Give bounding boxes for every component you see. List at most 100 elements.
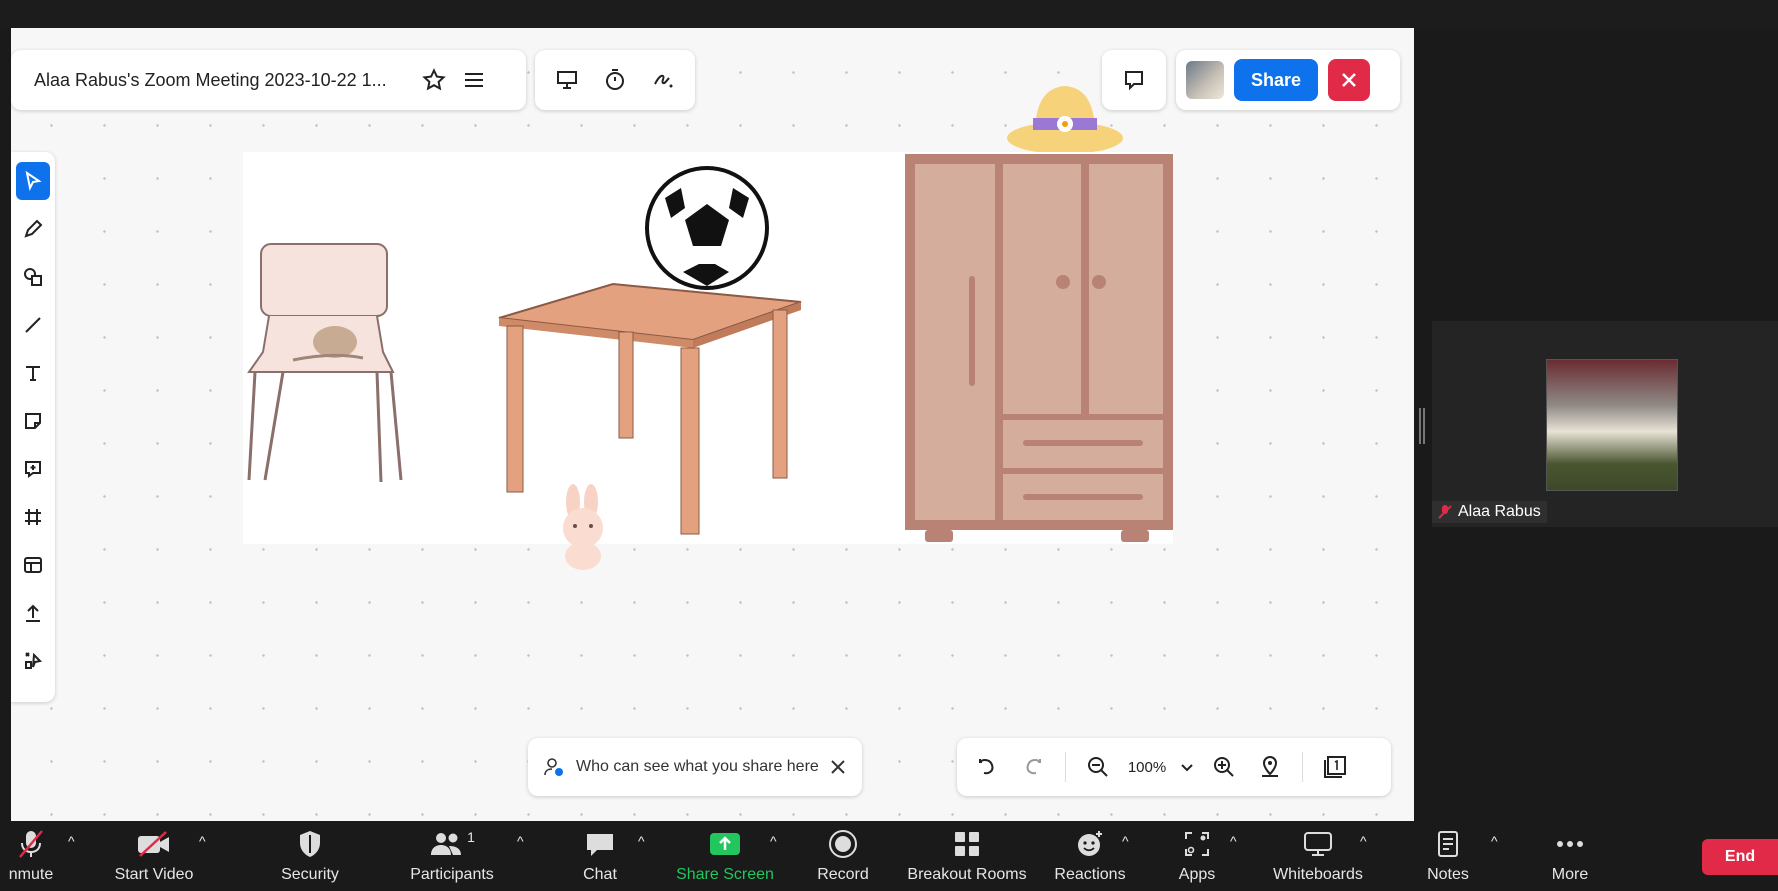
share-visibility-notice: Who can see what you share here	[528, 738, 862, 796]
chevron-up-icon[interactable]: ^	[199, 833, 206, 849]
chevron-up-icon[interactable]: ^	[1360, 833, 1367, 849]
pages-icon[interactable]	[1315, 747, 1355, 787]
menu-icon[interactable]	[454, 60, 494, 100]
zoom-level[interactable]: 100%	[1124, 759, 1170, 776]
video-off-icon	[136, 828, 172, 860]
panel-resize-handle[interactable]	[1419, 408, 1425, 444]
table-image[interactable]	[493, 282, 803, 542]
chevron-down-icon[interactable]	[1176, 747, 1198, 787]
reactions-button[interactable]: Reactions	[1052, 821, 1128, 891]
frame-tool-icon[interactable]	[16, 498, 50, 536]
start-video-label: Start Video	[114, 866, 194, 883]
whiteboard-icon	[1302, 828, 1334, 860]
bunny-sticker[interactable]	[553, 482, 613, 572]
redo-icon[interactable]	[1013, 747, 1053, 787]
upload-tool-icon[interactable]	[16, 594, 50, 632]
record-icon	[828, 828, 858, 860]
whiteboards-label: Whiteboards	[1273, 866, 1363, 883]
whiteboard-title[interactable]: Alaa Rabus's Zoom Meeting 2023-10-22 1..…	[34, 70, 414, 91]
participant-name-tag: Alaa Rabus	[1432, 501, 1547, 523]
whiteboard-title-panel: Alaa Rabus's Zoom Meeting 2023-10-22 1..…	[11, 50, 526, 110]
templates-tool-icon[interactable]	[16, 546, 50, 584]
close-icon	[1342, 73, 1356, 87]
participants-count: 1	[467, 829, 475, 845]
chevron-up-icon[interactable]: ^	[1491, 833, 1498, 849]
whiteboard-image-area[interactable]	[243, 152, 1175, 570]
security-label: Security	[281, 866, 339, 883]
avatar[interactable]	[1186, 61, 1224, 99]
shield-icon	[297, 828, 323, 860]
present-icon[interactable]	[547, 60, 587, 100]
participants-button[interactable]: 1 Participants	[400, 821, 504, 891]
chat-icon	[585, 828, 615, 860]
apps-button[interactable]: Apps	[1170, 821, 1224, 891]
comment-icon[interactable]	[1114, 60, 1154, 100]
record-button[interactable]: Record	[810, 821, 876, 891]
participant-video	[1546, 359, 1678, 491]
smiley-icon	[1075, 828, 1105, 860]
reactions-label: Reactions	[1054, 866, 1126, 883]
whiteboards-button[interactable]: Whiteboards	[1268, 821, 1368, 891]
participant-video-tile[interactable]: Alaa Rabus	[1432, 321, 1778, 527]
chat-button[interactable]: Chat	[568, 821, 632, 891]
line-tool-icon[interactable]	[16, 306, 50, 344]
apps-label: Apps	[1178, 866, 1216, 883]
participant-name: Alaa Rabus	[1458, 503, 1541, 520]
share-screen-icon	[708, 828, 742, 860]
chevron-up-icon[interactable]: ^	[517, 833, 524, 849]
unmute-label: nmute	[8, 866, 54, 883]
pen-tool-icon[interactable]	[16, 210, 50, 248]
comment-panel	[1102, 50, 1166, 110]
share-visibility-text: Who can see what you share here	[576, 758, 819, 775]
chevron-up-icon[interactable]: ^	[770, 833, 777, 849]
sticky-note-tool-icon[interactable]	[16, 402, 50, 440]
end-meeting-button[interactable]: End	[1702, 839, 1778, 875]
muted-mic-icon	[1438, 505, 1452, 519]
whiteboard-canvas[interactable]: Alaa Rabus's Zoom Meeting 2023-10-22 1..…	[11, 28, 1414, 821]
share-screen-button[interactable]: Share Screen	[670, 821, 780, 891]
close-icon[interactable]	[829, 758, 847, 776]
share-screen-label: Share Screen	[676, 866, 774, 883]
participants-label: Participants	[410, 866, 494, 883]
select-tool-icon[interactable]	[16, 162, 50, 200]
shapes-tool-icon[interactable]	[16, 258, 50, 296]
share-button[interactable]: Share	[1234, 59, 1318, 101]
notes-icon	[1435, 828, 1461, 860]
ai-tool-icon[interactable]	[16, 642, 50, 680]
undo-icon[interactable]	[967, 747, 1007, 787]
start-video-button[interactable]: Start Video	[108, 821, 200, 891]
user-visibility-icon	[544, 758, 563, 776]
star-icon[interactable]	[414, 60, 454, 100]
breakout-rooms-label: Breakout Rooms	[907, 866, 1027, 883]
apps-icon	[1183, 828, 1211, 860]
breakout-rooms-button[interactable]: Breakout Rooms	[906, 821, 1028, 891]
close-whiteboard-button[interactable]	[1328, 59, 1370, 101]
comment-tool-icon[interactable]	[16, 450, 50, 488]
chevron-up-icon[interactable]: ^	[1230, 833, 1237, 849]
whiteboard-tools-toolbar	[11, 152, 55, 702]
zoom-in-icon[interactable]	[1204, 747, 1244, 787]
zoom-out-icon[interactable]	[1078, 747, 1118, 787]
laser-pointer-icon[interactable]	[643, 60, 683, 100]
chat-label: Chat	[583, 866, 617, 883]
notes-label: Notes	[1427, 866, 1469, 883]
notes-button[interactable]: Notes	[1420, 821, 1476, 891]
share-panel: Share	[1176, 50, 1400, 110]
chevron-up-icon[interactable]: ^	[638, 833, 645, 849]
more-button[interactable]: More	[1542, 821, 1598, 891]
meeting-toolbar: nmute ^ Start Video ^ Security 1 Partici…	[0, 821, 1778, 891]
timer-icon[interactable]	[595, 60, 635, 100]
locate-icon[interactable]	[1250, 747, 1290, 787]
chair-image[interactable]	[243, 242, 413, 502]
divider	[1302, 752, 1303, 782]
muted-mic-icon	[17, 828, 45, 860]
security-button[interactable]: Security	[270, 821, 350, 891]
unmute-button[interactable]: nmute	[0, 821, 62, 891]
more-icon	[1555, 828, 1585, 860]
chevron-up-icon[interactable]: ^	[1122, 833, 1129, 849]
text-tool-icon[interactable]	[16, 354, 50, 392]
wardrobe-image[interactable]	[903, 152, 1175, 544]
chevron-up-icon[interactable]: ^	[68, 833, 75, 849]
record-label: Record	[817, 866, 869, 883]
soccer-ball-image[interactable]	[643, 164, 771, 292]
